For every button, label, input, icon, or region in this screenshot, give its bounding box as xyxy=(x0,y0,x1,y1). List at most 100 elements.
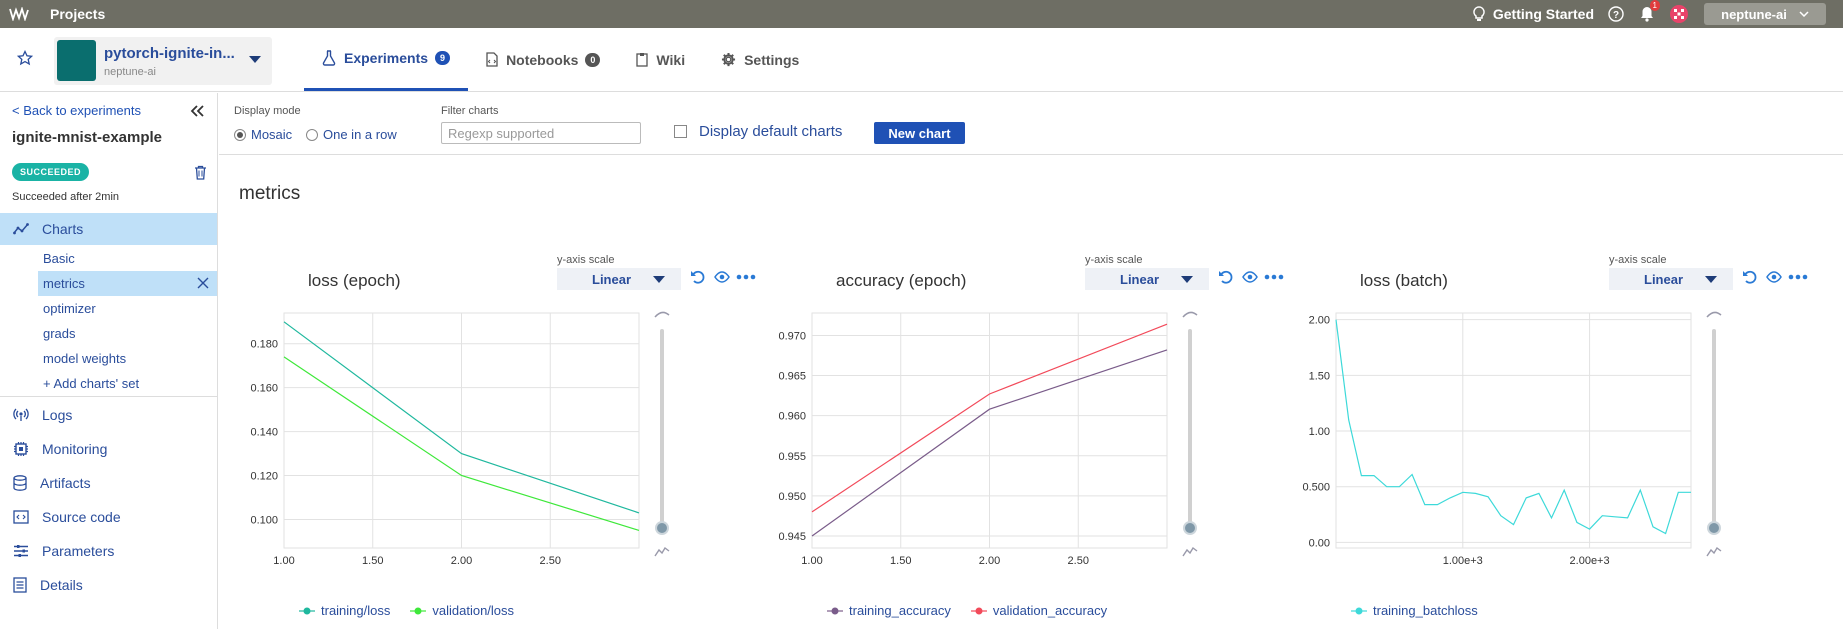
chart-set-metrics-label: metrics xyxy=(43,276,85,291)
legend-item[interactable]: validation/loss xyxy=(410,603,514,618)
y-tick-label: 0.120 xyxy=(250,471,278,483)
x-tick-label: 1.00 xyxy=(273,555,294,567)
legend-item[interactable]: validation_accuracy xyxy=(970,603,1107,618)
collapse-sidebar-icon[interactable] xyxy=(190,101,204,122)
tab-notebooks-label: Notebooks xyxy=(506,51,579,68)
y-axis-scale-select[interactable]: Linear xyxy=(557,268,681,290)
filter-charts-input[interactable]: Regexp supported xyxy=(441,122,641,144)
legend-item[interactable]: training_batchloss xyxy=(1351,603,1478,618)
display-default-charts-checkbox[interactable]: Display default charts xyxy=(674,123,842,140)
projects-link[interactable]: Projects xyxy=(50,6,105,22)
legend-marker xyxy=(827,606,843,616)
y-tick-label: 0.180 xyxy=(250,339,278,351)
y-tick-label: 0.965 xyxy=(778,371,806,383)
gear-icon xyxy=(722,52,736,67)
y-axis-scale-label: y-axis scale xyxy=(1085,254,1143,266)
new-chart-button[interactable]: New chart xyxy=(874,122,965,144)
sidebar-item-logs-label: Logs xyxy=(42,407,73,423)
chart-title: loss (batch) xyxy=(1360,271,1448,290)
sidebar-item-details-label: Details xyxy=(40,577,83,593)
project-avatar xyxy=(57,40,96,81)
legend-marker xyxy=(299,606,315,616)
sparkline-zoom-icon xyxy=(1706,546,1722,557)
legend-label: training/loss xyxy=(321,603,391,618)
y-tick-label: 0.950 xyxy=(778,491,806,503)
star-icon[interactable] xyxy=(17,50,33,66)
code-icon xyxy=(13,510,29,524)
close-icon[interactable] xyxy=(197,277,209,289)
sidebar-item-monitoring[interactable]: Monitoring xyxy=(0,433,217,465)
reset-zoom-icon[interactable] xyxy=(1742,269,1758,285)
project-selector[interactable]: pytorch-ignite-in... neptune-ai xyxy=(54,37,272,85)
back-to-experiments-link[interactable]: < Back to experiments xyxy=(12,103,141,118)
sparkline-zoom-icon xyxy=(654,546,670,557)
sidebar-item-logs[interactable]: Logs xyxy=(0,399,217,431)
reset-zoom-icon[interactable] xyxy=(1218,269,1234,285)
sidebar-item-charts-label: Charts xyxy=(42,221,84,237)
caret-down-icon xyxy=(1181,276,1193,283)
broadcast-icon xyxy=(13,408,29,421)
tab-notebooks[interactable]: Notebooks 0 xyxy=(468,28,618,91)
y-axis-scale-select[interactable]: Linear xyxy=(1085,268,1209,290)
eye-icon[interactable] xyxy=(714,269,730,285)
y-axis-scale-select[interactable]: Linear xyxy=(1609,268,1733,290)
getting-started-button[interactable]: Getting Started xyxy=(1473,6,1594,22)
project-org: neptune-ai xyxy=(104,66,156,78)
chart-panel-accuracy-epoch: accuracy (epoch) y-axis scale Linear 0.9… xyxy=(747,253,1284,633)
notifications-button[interactable]: 1 xyxy=(1640,0,1660,22)
curve-zoom-icon xyxy=(1706,311,1722,318)
chart-set-basic[interactable]: Basic xyxy=(38,246,217,271)
avatar[interactable] xyxy=(1670,5,1688,23)
x-tick-label: 2.50 xyxy=(1068,555,1089,567)
chart-set-model-weights[interactable]: model weights xyxy=(38,346,217,371)
chart-plot-accuracy-epoch[interactable]: 0.945 0.950 0.955 0.960 0.965 0.970 1.00 1.50 2.… xyxy=(747,293,1271,603)
sidebar-item-source-code[interactable]: Source code xyxy=(0,501,217,533)
sidebar-item-details[interactable]: Details xyxy=(0,569,217,601)
one-in-row-radio[interactable]: One in a row xyxy=(306,127,397,142)
eye-icon[interactable] xyxy=(1242,269,1258,285)
y-axis-scale-value: Linear xyxy=(592,271,632,287)
add-charts-set-link[interactable]: + Add charts' set xyxy=(38,371,217,396)
plot-frame xyxy=(1335,312,1692,549)
eye-icon[interactable] xyxy=(1766,269,1782,285)
chart-set-metrics[interactable]: metrics xyxy=(38,271,217,296)
sidebar-item-charts[interactable]: Charts xyxy=(0,213,217,245)
y-tick-label: 0.945 xyxy=(778,531,806,543)
sidebar-item-artifacts[interactable]: Artifacts xyxy=(0,467,217,499)
y-axis-scale-value: Linear xyxy=(1120,271,1160,287)
legend-marker xyxy=(410,606,427,616)
svg-text:?: ? xyxy=(1613,10,1619,21)
user-menu-button[interactable]: neptune-ai xyxy=(1704,3,1826,25)
caret-down-icon xyxy=(1705,276,1717,283)
legend-item[interactable]: training/loss xyxy=(299,603,390,618)
sidebar-item-monitoring-label: Monitoring xyxy=(42,441,108,457)
project-header: pytorch-ignite-in... neptune-ai Experime… xyxy=(0,28,1843,92)
help-button[interactable]: ? xyxy=(1608,6,1624,22)
mosaic-radio[interactable]: Mosaic xyxy=(234,127,292,142)
chart-title: loss (epoch) xyxy=(308,271,401,290)
tab-settings[interactable]: Settings xyxy=(703,28,817,91)
lightbulb-icon xyxy=(1473,6,1485,21)
trash-icon[interactable] xyxy=(194,165,207,180)
more-options-icon[interactable] xyxy=(1788,269,1808,285)
y-tick-label: 0.955 xyxy=(778,451,806,463)
status-badge: SUCCEEDED xyxy=(12,163,90,181)
chart-plot-loss-batch[interactable]: 0.00 0.500 1.00 1.50 2.00 1.00e+3 2.00e+3 xyxy=(1271,293,1795,603)
chart-plot-loss-epoch[interactable]: 0.100 0.120 0.140 0.160 0.180 1.00 1.50 2.00 2.5… xyxy=(219,293,743,603)
mosaic-label: Mosaic xyxy=(251,127,293,142)
chart-panel-loss-batch: loss (batch) y-axis scale Linear 0.00 0.5… xyxy=(1271,253,1808,633)
sidebar-item-parameters[interactable]: Parameters xyxy=(0,535,217,567)
chart-set-grads[interactable]: grads xyxy=(38,321,217,346)
y-axis-scale-label: y-axis scale xyxy=(1609,254,1667,266)
line-chart-icon xyxy=(13,223,29,235)
reset-zoom-icon[interactable] xyxy=(690,269,706,285)
tab-wiki[interactable]: Wiki xyxy=(618,28,703,91)
tab-experiments[interactable]: Experiments 9 xyxy=(304,28,469,91)
list-icon xyxy=(13,577,27,593)
x-tick-label: 1.50 xyxy=(362,555,383,567)
y-tick-label: 0.970 xyxy=(778,330,806,342)
neptune-logo-icon[interactable] xyxy=(9,7,29,21)
legend-item[interactable]: training_accuracy xyxy=(827,603,951,618)
tab-experiments-label: Experiments xyxy=(344,50,429,66)
chart-set-optimizer[interactable]: optimizer xyxy=(38,296,217,321)
